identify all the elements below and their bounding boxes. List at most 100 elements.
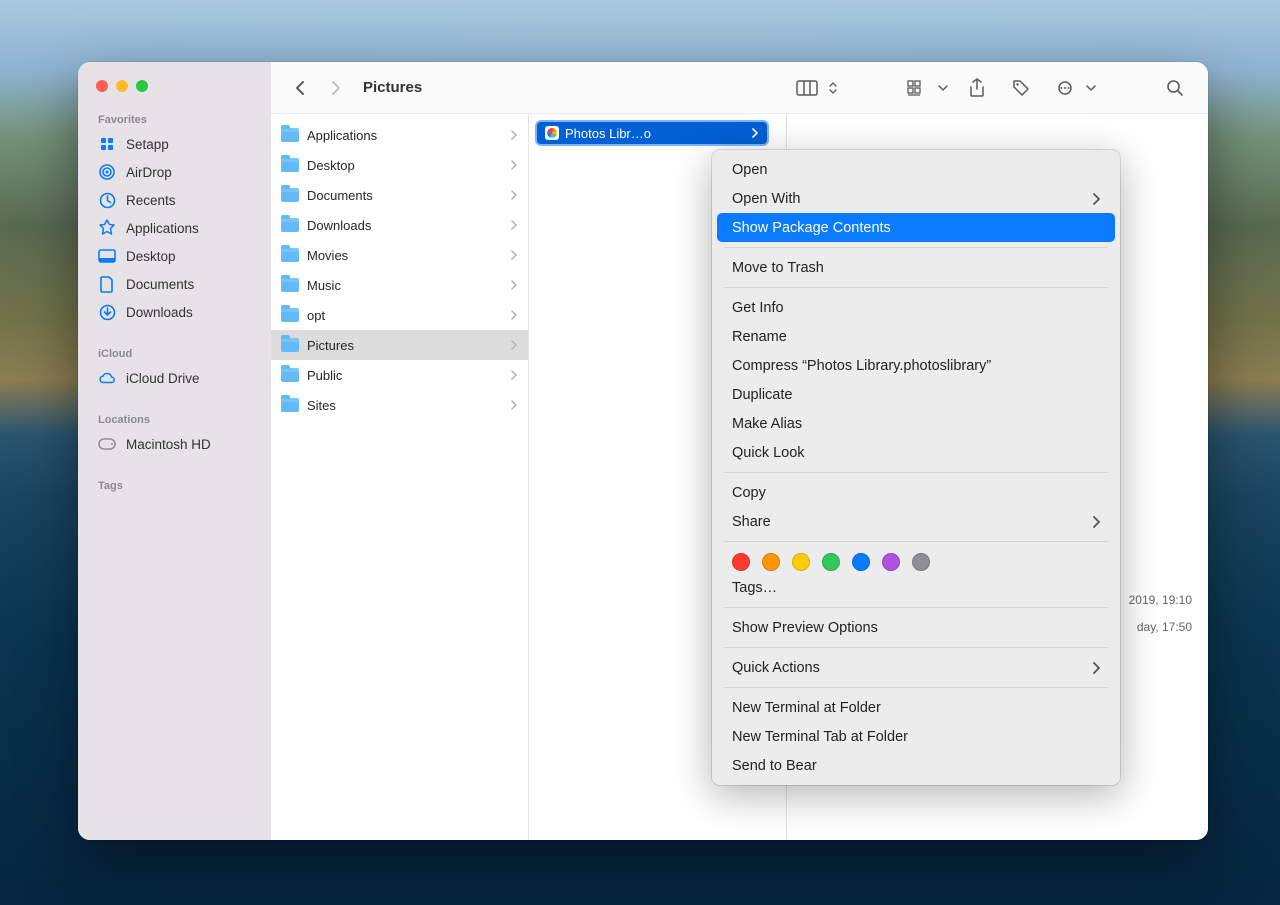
menu-item-label: Get Info	[732, 300, 784, 316]
menu-item-show-preview-options[interactable]: Show Preview Options	[712, 613, 1120, 642]
sidebar-item-icloud-drive[interactable]: iCloud Drive	[78, 364, 271, 392]
forward-button[interactable]	[323, 75, 349, 101]
folder-item-label: Sites	[307, 398, 336, 413]
sidebar-item-documents[interactable]: Documents	[78, 270, 271, 298]
folder-item-pictures[interactable]: Pictures	[271, 330, 528, 360]
menu-separator	[724, 647, 1108, 648]
folder-item-desktop[interactable]: Desktop	[271, 150, 528, 180]
sidebar-item-label: Applications	[126, 221, 199, 236]
folder-item-applications[interactable]: Applications	[271, 120, 528, 150]
chevron-right-icon	[511, 280, 518, 290]
menu-item-quick-look[interactable]: Quick Look	[712, 438, 1120, 467]
menu-tag-colors	[712, 547, 1120, 573]
menu-item-quick-actions[interactable]: Quick Actions	[712, 653, 1120, 682]
menu-item-label: Duplicate	[732, 387, 792, 403]
chevron-right-icon	[1092, 516, 1100, 528]
menu-item-make-alias[interactable]: Make Alias	[712, 409, 1120, 438]
sidebar-item-setapp[interactable]: Setapp	[78, 130, 271, 158]
sidebar-item-label: iCloud Drive	[126, 371, 200, 386]
folder-item-label: opt	[307, 308, 325, 323]
menu-item-duplicate[interactable]: Duplicate	[712, 380, 1120, 409]
preview-date-created: 2019, 19:10	[1129, 587, 1192, 613]
folder-item-opt[interactable]: opt	[271, 300, 528, 330]
tag-color-dot[interactable]	[822, 553, 840, 571]
folder-item-label: Public	[307, 368, 342, 383]
tags-button[interactable]	[1004, 74, 1038, 102]
folder-item-movies[interactable]: Movies	[271, 240, 528, 270]
tag-color-dot[interactable]	[792, 553, 810, 571]
sidebar-item-downloads[interactable]: Downloads	[78, 298, 271, 326]
folder-item-public[interactable]: Public	[271, 360, 528, 390]
folder-item-music[interactable]: Music	[271, 270, 528, 300]
back-button[interactable]	[287, 75, 313, 101]
menu-item-open[interactable]: Open	[712, 155, 1120, 184]
sidebar-item-airdrop[interactable]: AirDrop	[78, 158, 271, 186]
disk-icon	[98, 435, 116, 453]
chevron-right-icon	[1092, 193, 1100, 205]
menu-item-tags[interactable]: Tags…	[712, 573, 1120, 602]
folder-icon	[281, 278, 299, 292]
folder-item-label: Pictures	[307, 338, 354, 353]
minimize-button[interactable]	[116, 80, 128, 92]
group-by-chevron[interactable]	[936, 74, 950, 102]
menu-item-open-with[interactable]: Open With	[712, 184, 1120, 213]
folder-icon	[281, 158, 299, 172]
menu-item-label: Move to Trash	[732, 260, 824, 276]
menu-item-rename[interactable]: Rename	[712, 322, 1120, 351]
menu-item-label: Send to Bear	[732, 758, 817, 774]
tag-color-dot[interactable]	[762, 553, 780, 571]
sidebar-section-favorites: Favorites	[78, 110, 271, 130]
maximize-button[interactable]	[136, 80, 148, 92]
share-button[interactable]	[960, 74, 994, 102]
folder-item-sites[interactable]: Sites	[271, 390, 528, 420]
menu-separator	[724, 607, 1108, 608]
folder-item-label: Desktop	[307, 158, 355, 173]
menu-item-show-package-contents[interactable]: Show Package Contents	[717, 213, 1115, 242]
menu-item-new-terminal-tab-at-folder[interactable]: New Terminal Tab at Folder	[712, 722, 1120, 751]
chevron-right-icon	[511, 400, 518, 410]
preview-metadata: 2019, 19:10 day, 17:50	[1129, 587, 1192, 640]
page-title: Pictures	[363, 79, 422, 96]
actions-chevron[interactable]	[1084, 74, 1098, 102]
sidebar-item-desktop[interactable]: Desktop	[78, 242, 271, 270]
menu-item-share[interactable]: Share	[712, 507, 1120, 536]
menu-item-new-terminal-at-folder[interactable]: New Terminal at Folder	[712, 693, 1120, 722]
menu-item-copy[interactable]: Copy	[712, 478, 1120, 507]
download-icon	[98, 303, 116, 321]
tag-color-dot[interactable]	[732, 553, 750, 571]
search-button[interactable]	[1158, 74, 1192, 102]
chevron-right-icon	[511, 190, 518, 200]
clock-icon	[98, 191, 116, 209]
sidebar-item-macintosh-hd[interactable]: Macintosh HD	[78, 430, 271, 458]
tag-color-dot[interactable]	[852, 553, 870, 571]
tag-color-dot[interactable]	[912, 553, 930, 571]
view-switch-chevron[interactable]	[826, 74, 840, 102]
file-item-photos-library[interactable]: Photos Libr…o	[537, 122, 767, 144]
menu-item-get-info[interactable]: Get Info	[712, 293, 1120, 322]
menu-item-label: Rename	[732, 329, 787, 345]
menu-item-move-to-trash[interactable]: Move to Trash	[712, 253, 1120, 282]
folder-item-downloads[interactable]: Downloads	[271, 210, 528, 240]
chevron-right-icon	[511, 220, 518, 230]
menu-item-compress-photos-library-photoslibrary[interactable]: Compress “Photos Library.photoslibrary”	[712, 351, 1120, 380]
folder-item-documents[interactable]: Documents	[271, 180, 528, 210]
menu-item-label: Quick Actions	[732, 660, 820, 676]
sidebar-item-recents[interactable]: Recents	[78, 186, 271, 214]
folder-item-label: Applications	[307, 128, 377, 143]
chevron-right-icon	[511, 370, 518, 380]
preview-date-modified: day, 17:50	[1129, 614, 1192, 640]
actions-button[interactable]	[1048, 74, 1082, 102]
chevron-right-icon	[511, 340, 518, 350]
group-by-button[interactable]	[900, 74, 934, 102]
menu-item-label: Show Preview Options	[732, 620, 878, 636]
tag-color-dot[interactable]	[882, 553, 900, 571]
folder-icon	[281, 308, 299, 322]
sidebar-section-icloud: iCloud	[78, 344, 271, 364]
sidebar-item-applications[interactable]: Applications	[78, 214, 271, 242]
file-item-label: Photos Libr…o	[565, 126, 651, 141]
menu-item-send-to-bear[interactable]: Send to Bear	[712, 751, 1120, 780]
folder-item-label: Music	[307, 278, 341, 293]
view-columns-button[interactable]	[790, 74, 824, 102]
chevron-right-icon	[511, 250, 518, 260]
close-button[interactable]	[96, 80, 108, 92]
